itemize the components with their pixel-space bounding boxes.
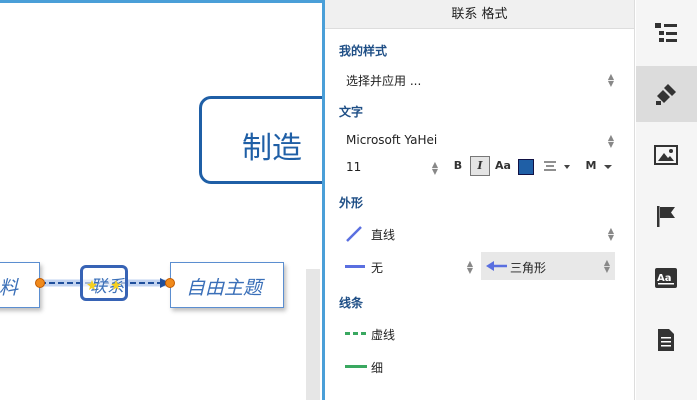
updown-icon: ▲ ▼ <box>603 258 611 274</box>
align-center-icon[interactable] <box>543 161 575 173</box>
line-type-select[interactable]: 直线 ▲ ▼ <box>339 222 619 246</box>
relation-line[interactable] <box>0 3 322 400</box>
thin-line-icon <box>345 365 367 368</box>
line-style-select[interactable]: 虚线 <box>339 322 479 346</box>
triangle-arrow-icon <box>486 261 507 271</box>
font-size-stepper[interactable]: 11 ▲ ▼ <box>339 156 439 180</box>
italic-button[interactable]: I <box>470 156 490 176</box>
straight-line-icon <box>346 226 362 242</box>
control-point-icon[interactable] <box>86 278 126 292</box>
relation-start-handle <box>35 278 45 288</box>
outline-button[interactable] <box>636 6 697 62</box>
right-sidebar: Aa <box>636 0 697 400</box>
no-arrow-icon <box>345 265 365 268</box>
text-color-swatch[interactable] <box>518 159 534 175</box>
my-style-heading: 我的样式 <box>339 44 388 58</box>
image-icon <box>654 145 678 165</box>
flag-icon <box>657 206 675 227</box>
updown-icon: ▲ ▼ <box>607 72 615 88</box>
image-button[interactable] <box>636 128 697 184</box>
style-select-value: 选择并应用 ... <box>346 74 422 88</box>
relation-end-handle <box>165 278 175 288</box>
chevron-down-icon[interactable] <box>603 164 613 170</box>
start-arrow-value: 无 <box>371 261 384 275</box>
shape-heading: 外形 <box>339 196 364 210</box>
start-arrow-select[interactable]: 无 ▲ ▼ <box>339 255 473 279</box>
end-arrow-value: 三角形 <box>510 261 547 275</box>
text-heading: 文字 <box>339 105 364 119</box>
updown-icon: ▲ ▼ <box>607 133 615 149</box>
font-select[interactable]: Microsoft YaHei ▲ ▼ <box>339 129 619 153</box>
format-button[interactable] <box>636 66 697 122</box>
outline-icon <box>655 23 677 42</box>
text-style-button[interactable]: Aa <box>636 250 697 306</box>
marker-button[interactable] <box>636 188 697 244</box>
notes-button[interactable] <box>636 312 697 368</box>
style-select[interactable]: 选择并应用 ... ▲ ▼ <box>339 68 619 92</box>
updown-icon: ▲ ▼ <box>607 226 615 242</box>
more-text-button[interactable]: M <box>585 159 597 172</box>
updown-icon: ▲ ▼ <box>466 259 474 275</box>
line-style-value: 虚线 <box>371 328 396 342</box>
bold-button[interactable]: B <box>452 159 464 172</box>
mindmap-canvas[interactable]: 制造 料 自由主题 联系 <box>0 0 322 400</box>
dashed-line-icon <box>345 332 367 335</box>
format-panel: 联系 格式 我的样式 选择并应用 ... ▲ ▼ 文字 Microsoft YaH… <box>325 0 635 400</box>
line-heading: 线条 <box>339 296 364 310</box>
document-icon <box>658 329 674 351</box>
text-style-icon: Aa <box>655 268 677 288</box>
end-arrow-select[interactable]: 三角形 ▲ ▼ <box>481 252 615 280</box>
vertical-scrollbar[interactable] <box>306 269 320 400</box>
line-type-value: 直线 <box>371 228 396 242</box>
font-name: Microsoft YaHei <box>346 133 438 147</box>
format-brush-icon <box>656 84 676 105</box>
line-width-value: 细 <box>371 361 384 375</box>
case-button[interactable]: Aa <box>495 159 511 172</box>
svg-text:Aa: Aa <box>657 273 672 284</box>
panel-title: 联系 格式 <box>325 0 634 29</box>
font-size-value: 11 <box>346 160 362 174</box>
line-width-select[interactable]: 细 <box>339 355 479 379</box>
updown-icon: ▲ ▼ <box>431 160 439 176</box>
